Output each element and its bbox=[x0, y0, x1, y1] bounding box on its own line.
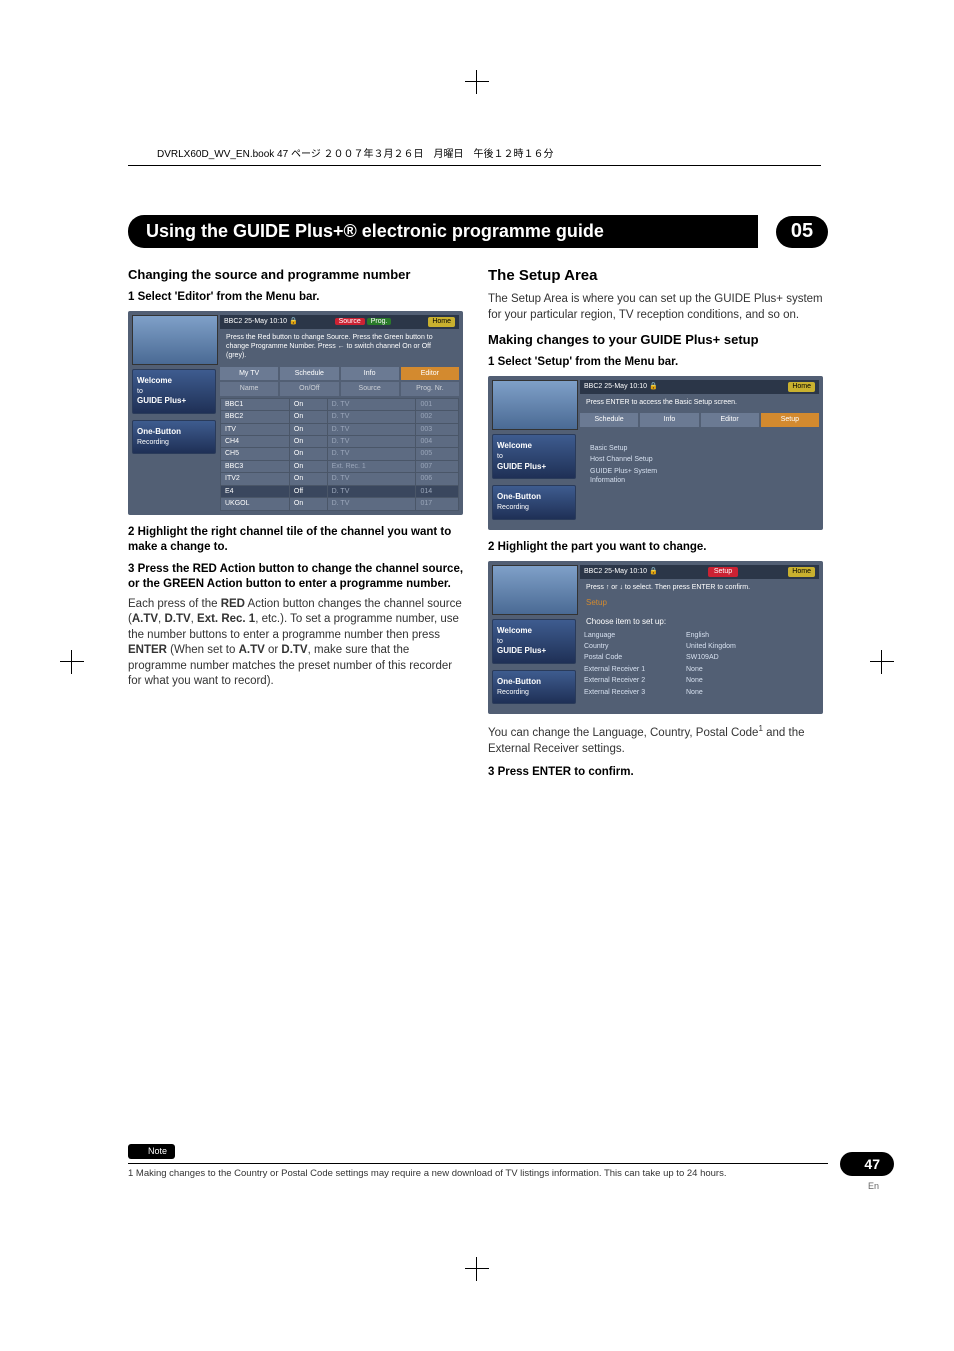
footnote: Note 1 Making changes to the Country or … bbox=[128, 1144, 828, 1179]
hint-text: Press the Red button to change Source. P… bbox=[220, 329, 459, 365]
table-row: ITVOnD. TV003 bbox=[221, 423, 459, 435]
lock-icon bbox=[289, 318, 298, 325]
promo-panel: Welcome to GUIDE Plus+ bbox=[492, 434, 576, 479]
list-item: Basic Setup bbox=[586, 443, 813, 454]
tab-editor: Editor bbox=[701, 413, 759, 426]
list-item: External Receiver 2None bbox=[580, 675, 819, 686]
page-number: 47 bbox=[840, 1152, 894, 1176]
hint-text: Press ↑ or ↓ to select. Then press ENTER… bbox=[580, 579, 819, 596]
table-row: E4OffD. TV014 bbox=[221, 485, 459, 497]
promo-panel: One-Button Recording bbox=[132, 420, 216, 454]
tab-editor: Editor bbox=[401, 367, 459, 380]
list-item: Host Channel Setup bbox=[586, 454, 813, 465]
lock-icon bbox=[649, 568, 658, 575]
tab-setup: Setup bbox=[761, 413, 819, 426]
step-text: 1 Select 'Editor' from the Menu bar. bbox=[128, 290, 468, 306]
setup-label: Setup bbox=[580, 596, 819, 611]
step-text: 1 Select 'Setup' from the Menu bar. bbox=[488, 355, 828, 371]
section-heading: The Setup Area bbox=[488, 266, 828, 286]
preview-thumbnail bbox=[492, 565, 578, 615]
subheading: Making changes to your GUIDE Plus+ setup bbox=[488, 331, 828, 349]
note-text: 1 Making changes to the Country or Posta… bbox=[128, 1168, 828, 1179]
list-item: LanguageEnglish bbox=[580, 630, 819, 641]
list-item: External Receiver 1None bbox=[580, 664, 819, 675]
table-row: CH5OnD. TV005 bbox=[221, 448, 459, 460]
promo-panel: Welcome to GUIDE Plus+ bbox=[132, 369, 216, 414]
crop-mark-icon bbox=[60, 650, 84, 674]
step-text: 3 Press ENTER to confirm. bbox=[488, 765, 828, 781]
note-icon bbox=[136, 1147, 146, 1157]
prog-action-label: Prog. bbox=[367, 318, 392, 325]
subheading: Changing the source and programme number bbox=[128, 266, 468, 284]
crop-mark-icon bbox=[465, 70, 489, 94]
tab-info: Info bbox=[640, 413, 698, 426]
status-bar: BBC2 25-May 10:10 bbox=[584, 382, 658, 391]
source-action-label: Source bbox=[335, 318, 365, 325]
chapter-number: 05 bbox=[776, 216, 828, 248]
tab-schedule: Schedule bbox=[280, 367, 338, 380]
promo-panel: One-Button Recording bbox=[492, 485, 576, 519]
subtab-row: Name On/Off Source Prog. Nr. bbox=[220, 382, 459, 395]
status-bar: BBC2 25-May 10:10 bbox=[224, 317, 298, 326]
right-column: The Setup Area The Setup Area is where y… bbox=[488, 262, 828, 785]
step-text: 2 Highlight the right channel tile of th… bbox=[128, 525, 468, 556]
list-item: CountryUnited Kingdom bbox=[580, 641, 819, 652]
table-row: BBC1OnD. TV001 bbox=[221, 398, 459, 410]
table-row: UKGOLOnD. TV017 bbox=[221, 498, 459, 510]
setup-screenshot-1: Welcome to GUIDE Plus+ One-Button Record… bbox=[488, 376, 823, 529]
home-label: Home bbox=[788, 567, 815, 576]
tab-row: My TV Schedule Info Editor bbox=[220, 367, 459, 380]
page-language: En bbox=[868, 1181, 879, 1191]
table-row: ITV2OnD. TV006 bbox=[221, 473, 459, 485]
note-badge: Note bbox=[128, 1144, 175, 1159]
left-column: Changing the source and programme number… bbox=[128, 262, 468, 785]
list-item: Postal CodeSW109AD bbox=[580, 652, 819, 663]
body-text: The Setup Area is where you can set up t… bbox=[488, 292, 828, 323]
tab-row: Schedule Info Editor Setup bbox=[580, 413, 819, 426]
lock-icon bbox=[649, 383, 658, 390]
file-header: DVRLX60D_WV_EN.book 47 ページ ２００７年３月２６日 月曜… bbox=[157, 145, 554, 160]
status-bar: BBC2 25-May 10:10 bbox=[584, 567, 658, 576]
tab-schedule: Schedule bbox=[580, 413, 638, 426]
header-rule bbox=[128, 165, 821, 166]
step-text: 2 Highlight the part you want to change. bbox=[488, 540, 828, 556]
crop-mark-icon bbox=[465, 1257, 489, 1281]
step-text: 3 Press the RED Action button to change … bbox=[128, 562, 468, 593]
chapter-title: Using the GUIDE Plus+® electronic progra… bbox=[128, 215, 758, 248]
setup-screenshot-2: Welcome to GUIDE Plus+ One-Button Record… bbox=[488, 561, 823, 714]
table-row: CH4OnD. TV004 bbox=[221, 436, 459, 448]
preview-thumbnail bbox=[132, 315, 218, 365]
body-text: You can change the Language, Country, Po… bbox=[488, 724, 828, 757]
home-label: Home bbox=[788, 382, 815, 391]
channel-table: BBC1OnD. TV001BBC2OnD. TV002ITVOnD. TV00… bbox=[220, 398, 459, 511]
promo-panel: Welcome to GUIDE Plus+ bbox=[492, 619, 576, 664]
promo-panel: One-Button Recording bbox=[492, 670, 576, 704]
choose-label: Choose item to set up: bbox=[580, 611, 819, 630]
hint-text: Press ENTER to access the Basic Setup sc… bbox=[580, 394, 819, 411]
list-item: External Receiver 3None bbox=[580, 687, 819, 698]
home-label: Home bbox=[428, 317, 455, 326]
page: DVRLX60D_WV_EN.book 47 ページ ２００７年３月２６日 月曜… bbox=[0, 0, 954, 1351]
body-text: Each press of the RED Action button chan… bbox=[128, 597, 468, 690]
setup-action-label: Setup bbox=[708, 567, 738, 576]
list-item: GUIDE Plus+ System Information bbox=[586, 466, 813, 487]
preview-thumbnail bbox=[492, 380, 578, 430]
crop-mark-icon bbox=[870, 650, 894, 674]
editor-screenshot: Welcome to GUIDE Plus+ One-Button Record… bbox=[128, 311, 463, 515]
tab-mytv: My TV bbox=[220, 367, 278, 380]
chapter-title-bar: Using the GUIDE Plus+® electronic progra… bbox=[128, 215, 828, 248]
table-row: BBC2OnD. TV002 bbox=[221, 411, 459, 423]
content: Using the GUIDE Plus+® electronic progra… bbox=[128, 215, 828, 785]
tab-info: Info bbox=[341, 367, 399, 380]
table-row: BBC3OnExt. Rec. 1007 bbox=[221, 460, 459, 472]
